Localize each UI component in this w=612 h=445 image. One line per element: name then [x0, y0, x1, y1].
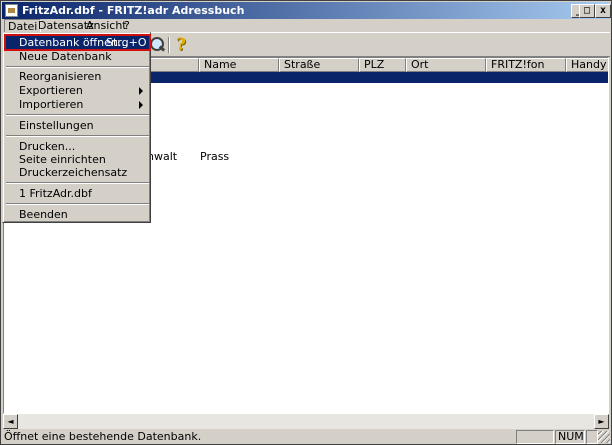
- num-lock-indicator: NUM: [555, 430, 585, 444]
- submenu-arrow-icon: [139, 87, 143, 95]
- menu-item-open-database[interactable]: Datenbank öffnen... Strg+O: [4, 34, 151, 51]
- menu-item-export[interactable]: Exportieren: [6, 84, 149, 97]
- app-icon[interactable]: [5, 4, 18, 17]
- menu-item-print[interactable]: Drucken...: [6, 140, 149, 153]
- status-pane-empty: [516, 430, 554, 444]
- title-bar[interactable]: FritzAdr.dbf - FRITZ!adr Adressbuch _ □ …: [2, 2, 611, 19]
- menu-item-label: Importieren: [19, 98, 84, 111]
- status-bar: Öffnet eine bestehende Datenbank. NUM: [2, 429, 610, 444]
- scroll-left-icon[interactable]: ◄: [3, 414, 18, 429]
- menu-separator: [6, 66, 149, 68]
- column-header-handy[interactable]: Handy: [566, 58, 608, 72]
- menu-separator: [6, 114, 149, 116]
- menu-item-label: Exportieren: [19, 84, 83, 97]
- submenu-arrow-icon: [139, 101, 143, 109]
- close-button[interactable]: x: [595, 4, 611, 18]
- application-window: FritzAdr.dbf - FRITZ!adr Adressbuch _ □ …: [0, 0, 612, 445]
- column-header-ort[interactable]: Ort: [406, 58, 486, 72]
- table-cell[interactable]: nwalt: [147, 150, 177, 163]
- toolbar-separator: [168, 37, 170, 53]
- menu-separator: [6, 203, 149, 205]
- menu-help[interactable]: ?: [121, 19, 133, 32]
- column-header-plz[interactable]: PLZ: [359, 58, 406, 72]
- horizontal-scrollbar[interactable]: ◄ ►: [3, 414, 609, 429]
- menu-item-import[interactable]: Importieren: [6, 98, 149, 111]
- menu-item-exit[interactable]: Beenden: [6, 208, 149, 221]
- menu-item-shortcut: Strg+O: [106, 36, 147, 49]
- menu-item-recent-file[interactable]: 1 FritzAdr.dbf: [6, 187, 149, 200]
- column-header-name[interactable]: Name: [199, 58, 279, 72]
- status-pane-small: [586, 430, 598, 444]
- menu-separator: [6, 182, 149, 184]
- menu-item-page-setup[interactable]: Seite einrichten: [6, 153, 149, 166]
- window-title: FritzAdr.dbf - FRITZ!adr Adressbuch: [22, 4, 245, 17]
- status-message: Öffnet eine bestehende Datenbank.: [4, 430, 202, 443]
- scroll-right-icon[interactable]: ►: [594, 414, 609, 429]
- column-header-strasse[interactable]: Straße: [279, 58, 359, 72]
- menu-item-printer-font[interactable]: Druckerzeichensatz: [6, 166, 149, 179]
- help-icon[interactable]: ?: [172, 36, 190, 54]
- file-menu-dropdown: Datenbank öffnen... Strg+O Neue Datenban…: [2, 32, 151, 223]
- menu-item-new-database[interactable]: Neue Datenbank: [6, 50, 149, 63]
- menu-separator: [6, 135, 149, 137]
- table-cell[interactable]: Prass: [200, 150, 229, 163]
- maximize-button[interactable]: □: [579, 4, 595, 18]
- resize-grip-icon[interactable]: [598, 431, 610, 443]
- column-header-fritzfon[interactable]: FRITZ!fon: [486, 58, 566, 72]
- menu-bar: Datei Datensatz Ansicht ?: [2, 19, 610, 33]
- menu-item-settings[interactable]: Einstellungen: [6, 119, 149, 132]
- menu-item-reorganize[interactable]: Reorganisieren: [6, 70, 149, 83]
